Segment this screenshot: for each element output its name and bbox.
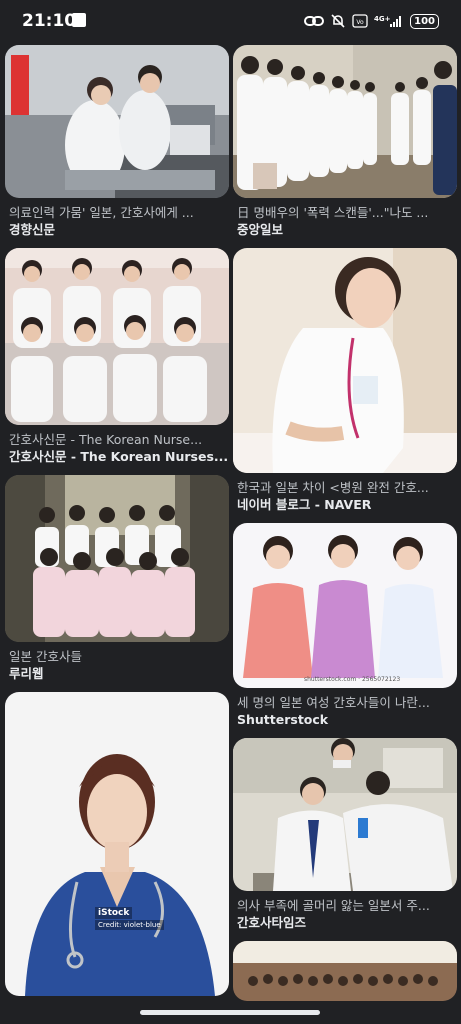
result-card[interactable]: 한국과 일본 차이 <병원 완전 간호... 네이버 블로그 - NAVER	[233, 248, 457, 514]
result-card[interactable]: shutterstock.com · 2565072123 세 명의 일본 여성…	[233, 523, 457, 729]
result-caption[interactable]: 한국과 일본 차이 <병원 완전 간호...	[233, 479, 457, 496]
signal-icon: 4G+	[374, 15, 402, 27]
result-source[interactable]: 경향신문	[5, 221, 229, 239]
home-indicator[interactable]	[140, 1010, 320, 1015]
result-image[interactable]	[233, 941, 457, 1001]
result-image[interactable]	[233, 45, 457, 198]
volte-icon: Vo	[352, 14, 368, 28]
istock-credit: Credit: violet-blue	[95, 920, 164, 930]
results-column-right: 日 명배우의 '폭력 스캔들'..."나도 ... 중앙일보 한국과 일본 차이…	[233, 45, 457, 1010]
result-card[interactable]: 간호사신문 - The Korean Nurse... 간호사신문 - The …	[5, 248, 229, 466]
result-card[interactable]: 의사 부족에 골머리 앓는 일본서 주... 간호사타임즈	[233, 738, 457, 932]
result-image[interactable]	[5, 248, 229, 425]
result-image[interactable]	[233, 248, 457, 473]
result-image[interactable]	[233, 738, 457, 891]
result-card[interactable]	[233, 941, 457, 1001]
result-caption[interactable]: 의사 부족에 골머리 앓는 일본서 주...	[233, 897, 457, 914]
svg-text:Vo: Vo	[356, 19, 364, 26]
result-card[interactable]: 의료인력 가뭄' 일본, 간호사에게 ... 경향신문	[5, 45, 229, 239]
result-image[interactable]: iStock Credit: violet-blue	[5, 692, 229, 996]
result-source[interactable]: 중앙일보	[233, 221, 457, 239]
result-card[interactable]: 일본 간호사들 루리웹	[5, 475, 229, 683]
link-icon	[304, 16, 325, 26]
result-image[interactable]	[5, 475, 229, 642]
result-caption[interactable]: 日 명배우의 '폭력 스캔들'..."나도 ...	[233, 204, 457, 221]
result-caption[interactable]: 세 명의 일본 여성 간호사들이 나란...	[233, 694, 457, 711]
shutterstock-watermark: shutterstock.com · 2565072123	[304, 676, 401, 683]
status-icons: Vo 4G+ 100	[304, 10, 439, 32]
battery-icon: 100	[410, 13, 439, 29]
status-bar: 21:10 Vo 4G+ 100	[0, 0, 461, 42]
result-caption[interactable]: 의료인력 가뭄' 일본, 간호사에게 ...	[5, 204, 229, 221]
result-source[interactable]: 네이버 블로그 - NAVER	[233, 496, 457, 514]
mute-bell-icon	[331, 14, 345, 28]
result-image[interactable]	[5, 45, 229, 198]
svg-text:4G+: 4G+	[374, 15, 391, 23]
result-card[interactable]: 日 명배우의 '폭력 스캔들'..."나도 ... 중앙일보	[233, 45, 457, 239]
results-column-left: 의료인력 가뭄' 일본, 간호사에게 ... 경향신문 간호사신문 - The …	[5, 45, 229, 1005]
result-card[interactable]: iStock Credit: violet-blue	[5, 692, 229, 996]
result-caption[interactable]: 간호사신문 - The Korean Nurse...	[5, 431, 229, 448]
clock: 21:10	[22, 11, 77, 31]
result-caption[interactable]: 일본 간호사들	[5, 648, 229, 665]
result-source[interactable]: 간호사타임즈	[233, 914, 457, 932]
result-source[interactable]: 간호사신문 - The Korean Nurses...	[5, 448, 229, 466]
result-source[interactable]: 루리웹	[5, 665, 229, 683]
istock-watermark: iStock	[95, 907, 133, 919]
result-image[interactable]: shutterstock.com · 2565072123	[233, 523, 457, 688]
result-source[interactable]: Shutterstock	[233, 711, 457, 729]
notification-icon	[72, 13, 86, 27]
